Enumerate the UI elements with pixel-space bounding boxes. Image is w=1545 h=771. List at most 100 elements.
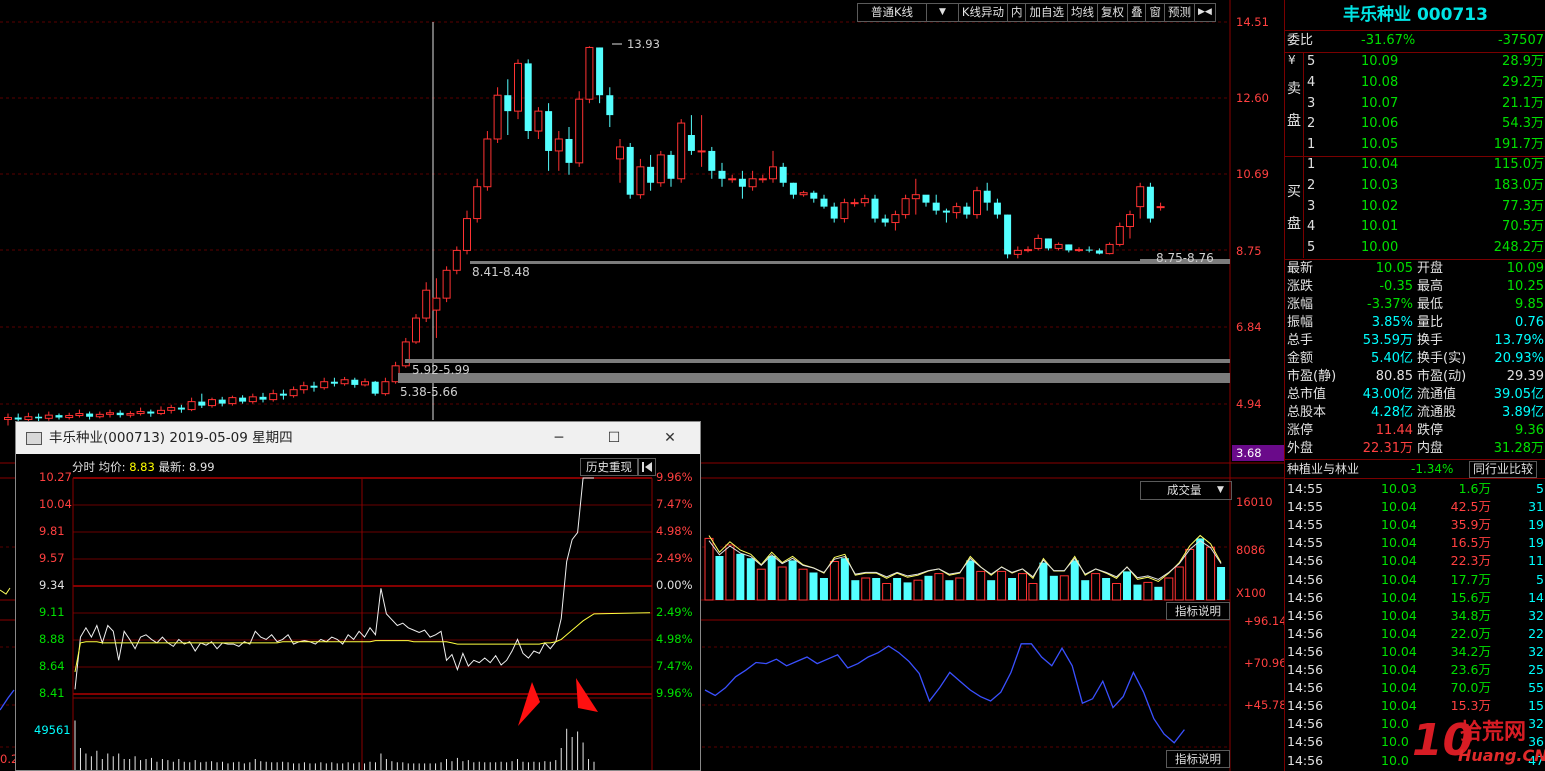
stats-row: 涨停 11.44 跌停 9.36 (1285, 422, 1545, 440)
candle-body (901, 198, 910, 216)
sell-level: 1 (1307, 137, 1316, 153)
buy-order-row: 1 10.04 115.0万 (1285, 155, 1545, 175)
candle-body (697, 150, 706, 153)
candle-body (789, 182, 797, 195)
stat-label: 外盘 (1287, 441, 1314, 456)
add-watchlist-button[interactable]: 加自选 (1025, 3, 1068, 22)
volume-bar (1018, 573, 1027, 601)
tick-row: 14:55 10.04 35.9万 19 (1285, 516, 1545, 534)
inner-button[interactable]: 内 (1006, 3, 1027, 22)
volume-bar (934, 573, 944, 601)
tick-volume: 1.6万 (1458, 481, 1491, 496)
chevron-down-icon[interactable]: ▼ (926, 3, 959, 22)
candle-body (636, 166, 645, 196)
zone-label: 5.38-5.66 (400, 385, 458, 399)
red-arrow-icon (518, 682, 540, 726)
stat-label: 最高 (1417, 279, 1444, 294)
close-button[interactable]: ✕ (647, 422, 693, 454)
sell-level: 5 (1307, 54, 1316, 69)
candle-body (1095, 250, 1103, 254)
volume-bar (966, 560, 975, 600)
tick-time: 14:55 (1287, 535, 1324, 551)
candle-body (799, 192, 808, 196)
intraday-pct-tick: 4.98% (656, 632, 693, 646)
candle-body (973, 190, 981, 216)
sell-level: 3 (1307, 95, 1316, 111)
intraday-popup-window: 丰乐种业(000713) 2019-05-09 星期四 ─ ☐ ✕ 分时 均价:… (15, 421, 701, 771)
window-button[interactable]: 窗 (1145, 3, 1165, 22)
stat-value: 22.31万 (1362, 441, 1413, 456)
stat-value: 80.85 (1375, 369, 1413, 384)
volume-bar (1081, 580, 1090, 600)
candle-body (320, 381, 329, 389)
candle-body (299, 385, 308, 391)
candle-body (626, 146, 634, 195)
quote-panel: 丰乐种业 000713 委比 -31.67% -37507 ¥ 卖 盘 5 10.… (1284, 0, 1545, 771)
candle-body (239, 397, 247, 402)
indicator-series (0, 689, 15, 711)
indicator-help-button[interactable]: 指标说明 (1166, 602, 1230, 620)
tick-volume: 16.5万 (1450, 535, 1491, 551)
stats-row: 最新 10.05 开盘 10.09 (1285, 260, 1545, 278)
forecast-button[interactable]: 预测 (1163, 3, 1195, 22)
skip-back-icon[interactable] (638, 458, 656, 476)
moving-average-button[interactable]: 均线 (1066, 3, 1098, 22)
volume-bar (756, 568, 766, 601)
minimize-button[interactable]: ─ (536, 422, 582, 454)
candle-body (157, 409, 165, 415)
tick-row: 14:56 10.04 23.6万 25 (1285, 661, 1545, 679)
kline-type-select[interactable]: 普通K线 (857, 3, 927, 22)
weibi-label: 委比 (1287, 33, 1314, 48)
tick-row: 14:56 10.04 22.0万 22 (1285, 625, 1545, 643)
stat-value: 13.79% (1494, 333, 1544, 348)
stat-label: 涨跌 (1287, 279, 1314, 294)
candle-body (769, 166, 777, 180)
candle-body (524, 63, 532, 132)
tick-volume: 15.3万 (1450, 698, 1491, 714)
candle-body (24, 416, 33, 421)
tick-time: 14:56 (1287, 625, 1324, 641)
popup-title-bar[interactable]: 丰乐种业(000713) 2019-05-09 星期四 ─ ☐ ✕ (16, 422, 700, 454)
history-replay-button[interactable]: 历史重现 (580, 458, 638, 476)
indicator-series (704, 643, 1185, 744)
volume-bar (1008, 578, 1017, 600)
overlay-button[interactable]: 叠 (1126, 3, 1147, 22)
sell-level: 2 (1307, 116, 1316, 132)
buy-level: 2 (1307, 177, 1316, 193)
zone-band (398, 373, 1230, 383)
price-tick: 4.94 (1236, 397, 1262, 411)
volume-bar (872, 578, 881, 600)
tick-time: 14:56 (1287, 734, 1324, 750)
maximize-button[interactable]: ☐ (591, 422, 637, 454)
adjust-button[interactable]: 复权 (1096, 3, 1128, 22)
buy-volume: 183.0万 (1493, 177, 1544, 193)
volume-bar (924, 575, 933, 600)
kline-anomaly-button[interactable]: K线异动 (957, 3, 1008, 22)
tick-row: 14:56 10.04 22.3万 11 (1285, 552, 1545, 570)
tick-price: 10.0 (1381, 716, 1409, 732)
indicator-help-button[interactable]: 指标说明 (1166, 750, 1230, 768)
watermark-top: 拾荒网 (1460, 720, 1527, 745)
sell-order-row: 4 10.08 29.2万 (1285, 73, 1545, 93)
volume-bar (955, 577, 965, 601)
tick-price: 10.0 (1381, 734, 1409, 750)
tick-time: 14:56 (1287, 553, 1324, 569)
toggle-panel-icon[interactable]: ▶◀ (1193, 3, 1216, 22)
candle-body (1085, 249, 1093, 251)
stats-row: 涨跌 -0.35 最高 10.25 (1285, 278, 1545, 296)
tick-price: 10.04 (1381, 571, 1417, 587)
volume-indicator-select[interactable]: 成交量 ▼ (1140, 481, 1232, 500)
buy-price: 10.00 (1361, 240, 1399, 256)
candle-body (1044, 238, 1052, 249)
candle-body (993, 202, 1001, 215)
tick-price: 10.04 (1381, 553, 1417, 569)
intraday-pct-tick: 0.00% (656, 578, 693, 592)
volume-bar (1164, 577, 1174, 601)
industry-compare-button[interactable]: 同行业比较 (1469, 461, 1538, 478)
candle-body (748, 178, 757, 188)
volume-bar (715, 556, 724, 600)
kline-toolbar: 普通K线 ▼ K线异动 内 加自选 均线 复权 叠 窗 预测 ▶◀ (857, 3, 1216, 22)
tick-row: 14:55 10.03 1.6万 5 (1285, 480, 1545, 498)
high-annotation: 13.93 (627, 37, 660, 51)
stat-value: 3.89亿 (1502, 405, 1544, 420)
